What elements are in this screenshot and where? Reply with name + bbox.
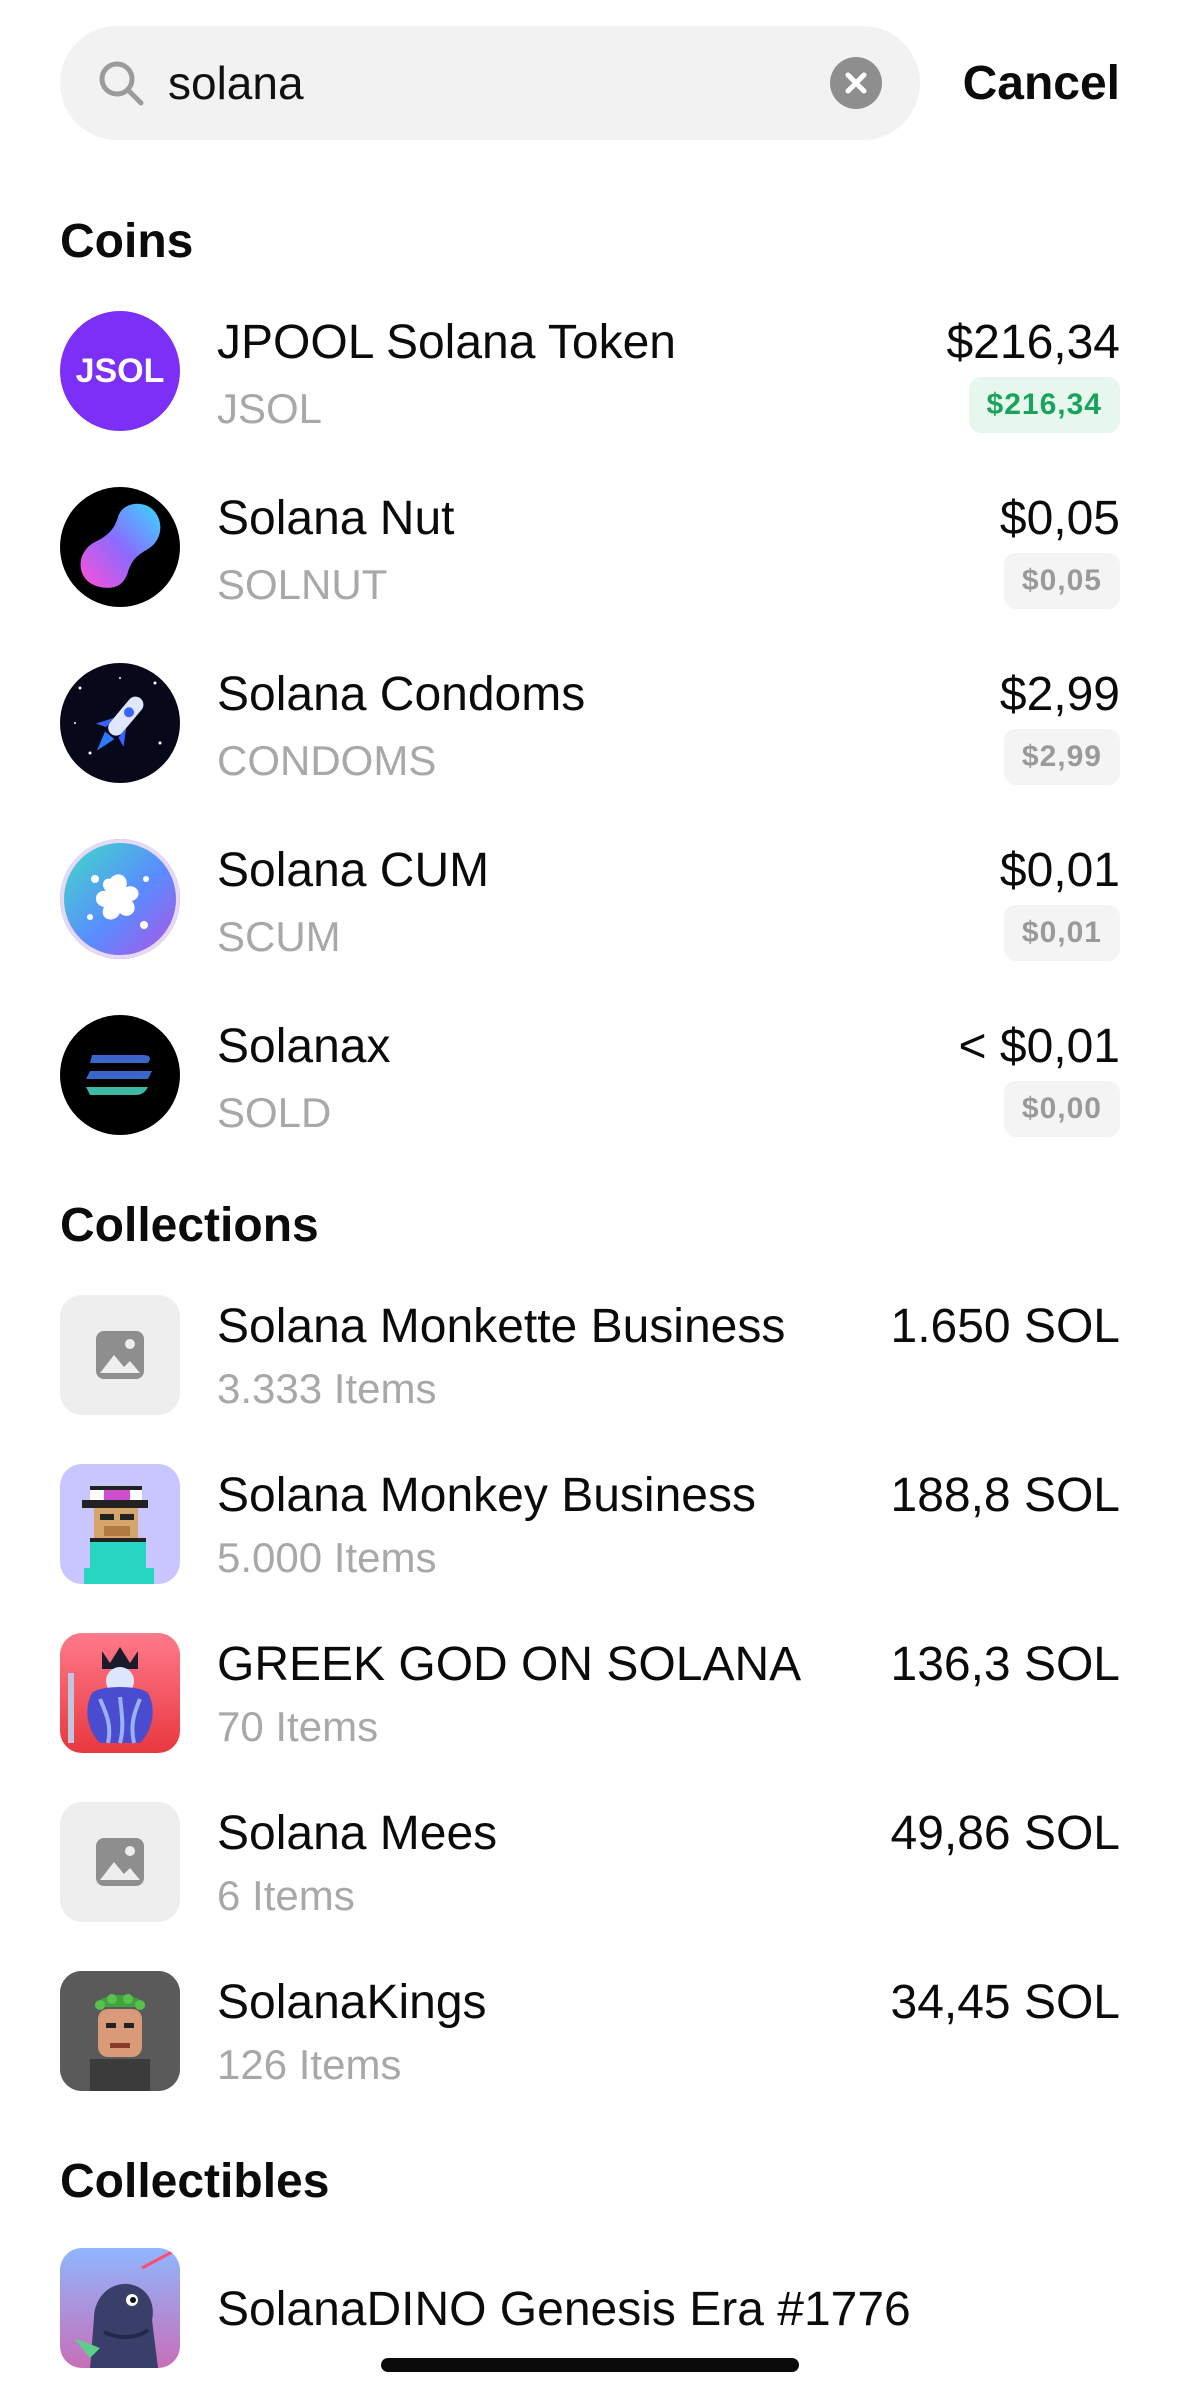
splash-icon xyxy=(60,839,180,959)
jsol-icon: JSOL xyxy=(60,311,180,431)
king-icon xyxy=(60,1971,180,2091)
cancel-button[interactable]: Cancel xyxy=(963,56,1120,111)
collection-name: SolanaKings xyxy=(217,1976,487,2029)
collection-items: 5.000 Items xyxy=(217,1534,437,1581)
price-badge: $0,01 xyxy=(1003,905,1120,961)
close-icon xyxy=(845,72,867,94)
price-badge: $216,34 xyxy=(968,377,1120,433)
coin-price: $0,01 xyxy=(999,844,1120,897)
coin-price: $216,34 xyxy=(946,316,1120,369)
coin-name: Solana CUM xyxy=(217,844,490,897)
coin-symbol: SOLD xyxy=(217,1089,332,1136)
coin-row-condoms[interactable]: Solana Condoms CONDOMS $2,99 $2,99 xyxy=(60,663,1120,793)
collection-floor-price: 136,3 SOL xyxy=(890,1638,1121,1691)
clear-search-button[interactable] xyxy=(830,57,882,109)
coin-price: $2,99 xyxy=(999,668,1120,721)
rocket-icon xyxy=(60,663,180,783)
collection-floor-price: 49,86 SOL xyxy=(890,1807,1121,1860)
coin-price: $0,05 xyxy=(999,492,1120,545)
coin-symbol: SOLNUT xyxy=(217,561,388,608)
collection-floor-price: 34,45 SOL xyxy=(890,1976,1121,2029)
price-badge: $0,00 xyxy=(1003,1081,1120,1137)
collection-items: 126 Items xyxy=(217,2041,402,2088)
collection-items: 6 Items xyxy=(217,1872,355,1919)
collection-name: Solana Monkey Business xyxy=(217,1469,756,1522)
greek-god-icon xyxy=(60,1633,180,1753)
collection-row[interactable]: Solana Mees 6 Items 49,86 SOL xyxy=(60,1802,1120,1932)
coin-row-jsol[interactable]: JSOL JPOOL Solana Token JSOL $216,34 $21… xyxy=(60,311,1120,441)
search-input[interactable] xyxy=(168,48,768,118)
home-indicator xyxy=(381,2358,799,2372)
collection-floor-price: 188,8 SOL xyxy=(890,1469,1121,1522)
section-title-coins: Coins xyxy=(60,215,194,268)
dino-icon xyxy=(60,2248,180,2368)
section-title-collections: Collections xyxy=(60,1199,319,1252)
coin-row-solnut[interactable]: Solana Nut SOLNUT $0,05 $0,05 xyxy=(60,487,1120,617)
collection-row[interactable]: Solana Monkey Business 5.000 Items 188,8… xyxy=(60,1464,1120,1594)
coin-name: Solanax xyxy=(217,1020,391,1073)
coin-symbol: JSOL xyxy=(217,385,323,432)
collection-row[interactable]: SolanaKings 126 Items 34,45 SOL xyxy=(60,1971,1120,2101)
collection-row[interactable]: GREEK GOD ON SOLANA 70 Items 136,3 SOL xyxy=(60,1633,1120,1763)
coin-name: Solana Nut xyxy=(217,492,455,545)
collection-name: GREEK GOD ON SOLANA xyxy=(217,1638,802,1691)
collection-floor-price: 1.650 SOL xyxy=(890,1300,1121,1353)
pixel-monkey-icon xyxy=(60,1464,180,1584)
collection-items: 70 Items xyxy=(217,1703,379,1750)
coin-symbol: SCUM xyxy=(217,913,341,960)
search-results-screen: Cancel Coins JSOL JPOOL Solana Token JSO… xyxy=(0,0,1179,2396)
solana-logo-icon xyxy=(60,1015,180,1135)
collection-items: 3.333 Items xyxy=(217,1365,437,1412)
search-icon xyxy=(99,61,144,106)
coin-name: JPOOL Solana Token xyxy=(217,316,676,369)
coin-name: Solana Condoms xyxy=(217,668,586,721)
image-placeholder-icon xyxy=(60,1295,180,1415)
price-badge: $2,99 xyxy=(1003,729,1120,785)
coin-symbol: CONDOMS xyxy=(217,737,437,784)
search-row: Cancel xyxy=(60,26,1120,140)
collection-row[interactable]: Solana Monkette Business 3.333 Items 1.6… xyxy=(60,1295,1120,1425)
solnut-icon xyxy=(60,487,180,607)
coin-price: < $0,01 xyxy=(958,1020,1120,1073)
search-box[interactable] xyxy=(60,26,920,140)
image-placeholder-icon xyxy=(60,1802,180,1922)
collection-name: Solana Monkette Business xyxy=(217,1300,786,1353)
section-title-collectibles: Collectibles xyxy=(60,2155,330,2208)
coin-row-solanax[interactable]: Solanax SOLD < $0,01 $0,00 xyxy=(60,1015,1120,1145)
coin-row-scum[interactable]: Solana CUM SCUM $0,01 $0,01 xyxy=(60,839,1120,969)
collection-name: Solana Mees xyxy=(217,1807,498,1860)
price-badge: $0,05 xyxy=(1003,553,1120,609)
collectible-name: SolanaDINO Genesis Era #1776 xyxy=(217,2283,911,2336)
